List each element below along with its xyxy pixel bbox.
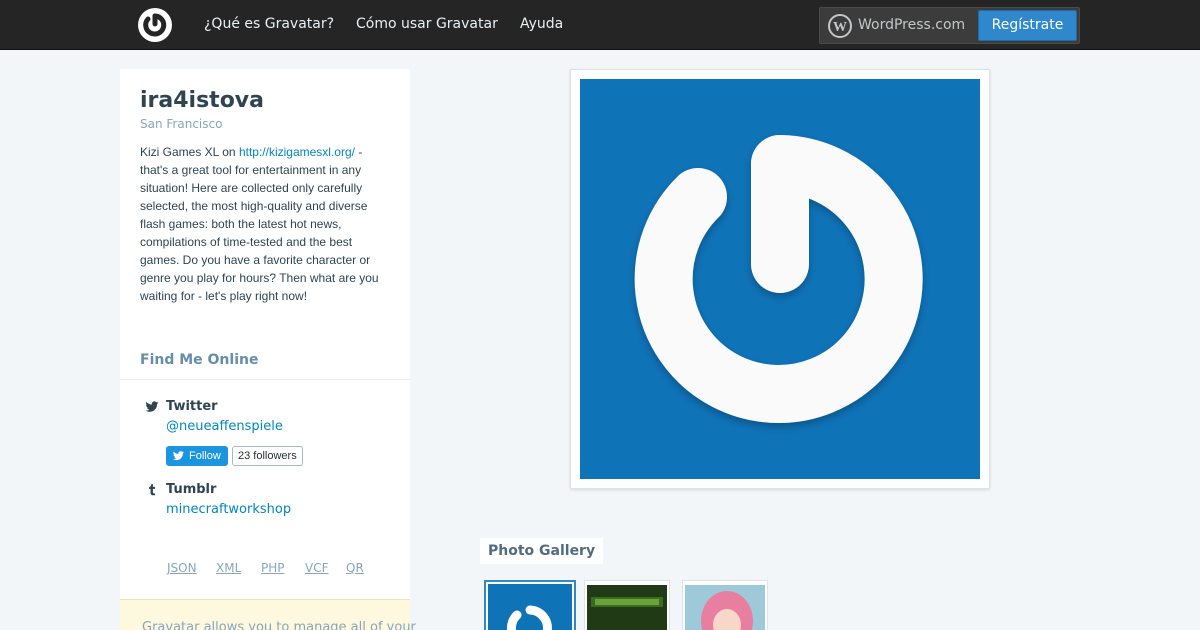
tumblr-icon — [149, 484, 156, 496]
divider — [120, 379, 410, 380]
wordpress-signup-box: W WordPress.com Regístrate — [819, 7, 1080, 44]
gravatar-logo-large-icon — [634, 135, 923, 423]
minecraft-thumb-image — [587, 585, 667, 630]
svg-text:W: W — [833, 20, 847, 35]
photo-gallery-heading: Photo Gallery — [480, 538, 604, 564]
format-link-vcf[interactable]: VCF — [305, 561, 329, 575]
profile-bio: Kizi Games XL on http://kizigamesxl.org/… — [140, 143, 392, 305]
signup-button[interactable]: Regístrate — [978, 10, 1077, 41]
twitter-handle-link[interactable]: @neueaffenspiele — [166, 419, 283, 434]
find-me-online-heading: Find Me Online — [140, 352, 259, 368]
nav-link-how-to-use[interactable]: Cómo usar Gravatar — [356, 16, 498, 32]
gravatar-notice: Gravatar allows you to manage all of you… — [120, 599, 416, 630]
top-navigation-bar: ¿Qué es Gravatar? Cómo usar Gravatar Ayu… — [0, 0, 1200, 50]
bio-prefix: Kizi Games XL on — [140, 145, 239, 159]
bio-link[interactable]: http://kizigamesxl.org/ — [239, 145, 355, 159]
gravatar-thumb-icon — [488, 584, 572, 630]
format-link-json[interactable]: JSON — [167, 561, 197, 575]
follow-label: Follow — [189, 450, 221, 462]
format-link-xml[interactable]: XML — [216, 561, 241, 575]
gallery-thumb-gravatar[interactable] — [484, 580, 576, 630]
profile-name: ira4istova — [140, 88, 264, 113]
tumblr-service-name: Tumblr — [166, 482, 217, 497]
profile-avatar-image[interactable] — [580, 79, 980, 479]
nav-link-help[interactable]: Ayuda — [520, 16, 563, 32]
nav-link-what-is-gravatar[interactable]: ¿Qué es Gravatar? — [204, 16, 334, 32]
format-link-php[interactable]: PHP — [261, 561, 285, 575]
notice-text: Gravatar allows you to manage all of you… — [142, 620, 416, 630]
twitter-icon — [145, 401, 159, 412]
twitter-service-name: Twitter — [166, 399, 218, 414]
profile-location: San Francisco — [140, 117, 223, 131]
profile-sidebar: ira4istova San Francisco Kizi Games XL o… — [120, 69, 416, 630]
gallery-thumb-anime[interactable] — [682, 580, 768, 630]
gravatar-logo-icon[interactable] — [137, 7, 173, 43]
wordpress-icon: W — [828, 14, 852, 38]
gallery-thumb-minecraft[interactable] — [584, 580, 670, 630]
tumblr-handle-link[interactable]: minecraftworkshop — [166, 502, 291, 517]
format-link-qr[interactable]: QR — [346, 561, 364, 575]
anime-character-thumb-image — [685, 585, 765, 630]
bio-suffix: - that's a great tool for entertainment … — [140, 145, 379, 303]
profile-avatar-frame — [570, 69, 990, 489]
twitter-follow-button[interactable]: Follow — [166, 446, 228, 466]
followers-count[interactable]: 23 followers — [232, 446, 303, 466]
twitter-bird-icon — [173, 451, 184, 461]
wordpress-label[interactable]: WordPress.com — [858, 17, 965, 33]
